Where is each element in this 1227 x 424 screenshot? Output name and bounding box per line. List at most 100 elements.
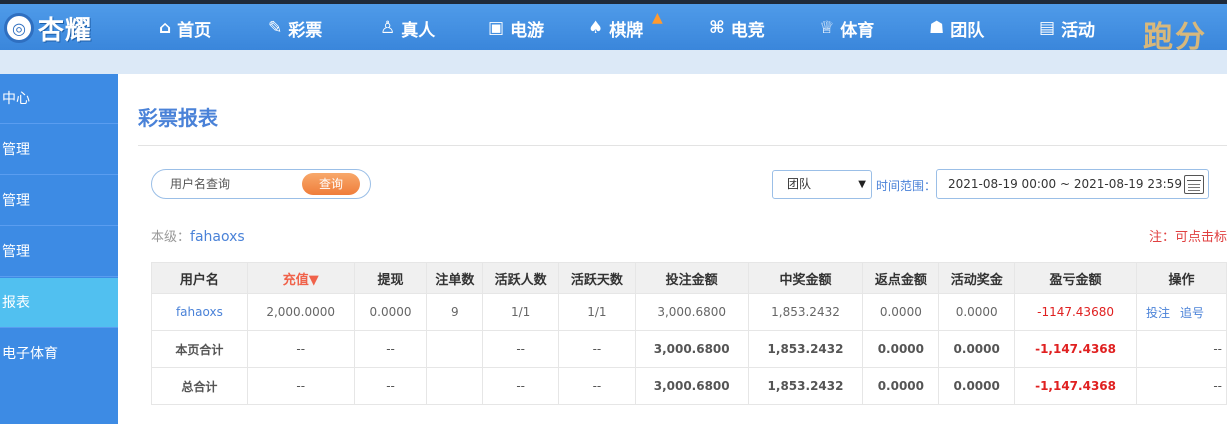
nav-label: 真人 [401,20,436,41]
cell-active-days: 1/1 [558,293,636,331]
column-header: 活跃天数 [558,262,636,294]
cell-recharge: -- [246,367,355,405]
sidebar-item-active[interactable]: 报表 [0,278,118,328]
cell-rebate: 0.0000 [862,330,940,368]
cell-username-link[interactable]: fahaoxs [151,293,248,331]
nav-label: 棋牌 [609,20,644,41]
query-button[interactable]: 查询 [302,173,360,195]
column-header: 提现 [353,262,428,294]
team-icon: ☗ [929,18,945,38]
time-range-label: 时间范围： [876,179,937,193]
nav-esports[interactable]: ⌘ 电竞 [709,14,765,42]
sidebar-item[interactable]: 管理 [0,176,118,226]
cell-bet-amount: 3,000.6800 [634,330,749,368]
nav-live[interactable]: ♙ 真人 [380,14,435,42]
username-search-input[interactable] [170,175,300,193]
cell-win-amount: 1,853.2432 [747,367,864,405]
brand-logo[interactable]: ◎ 杏耀 [4,12,93,46]
cell-profit: -1,147.4368 [1014,367,1137,405]
cell-active-users: 1/1 [482,293,560,331]
bet-link[interactable]: 投注 [1146,306,1170,320]
page-total-row: 本页合计 -- -- -- -- 3,000.6800 1,853.2432 0… [151,330,1227,368]
cell-bet-amount: 3,000.6800 [634,367,749,405]
cell-withdraw: -- [353,367,428,405]
level-label: 本级： [151,230,191,245]
home-icon: ⌂ [159,18,172,38]
cell-recharge: 2,000.0000 [246,293,355,331]
sidebar: 中心 管理 管理 管理 报表 电子体育 [0,74,118,424]
chevron-down-icon: ▼ [858,179,866,190]
sidebar-item[interactable]: 电子体育 [0,329,118,379]
nav-sports[interactable]: ♕ 体育 [819,14,874,42]
cell-operations: -- [1135,330,1227,368]
column-header: 活动奖金 [938,262,1016,294]
sidebar-item[interactable]: 管理 [0,125,118,175]
current-level: 本级：fahaoxs [151,226,245,245]
cell-operations: -- [1135,367,1227,405]
top-nav-bar: ◎ 杏耀 ⌂ 首页 ✎ 彩票 ♙ 真人 ▣ 电游 ♠ 棋牌 ▲ ⌘ 电竞 ♕ 体… [0,4,1227,55]
scope-select[interactable]: 团队 ▼ [772,170,872,199]
cell-rebate: 0.0000 [862,293,940,331]
card-game-icon: ♠ [588,18,604,38]
search-box: 查询 [151,169,371,199]
level-user-link[interactable]: fahaoxs [190,229,245,245]
date-range-input[interactable]: 2021-08-19 00:00 ~ 2021-08-19 23:59 [936,169,1209,199]
nav-team[interactable]: ☗ 团队 [929,14,984,42]
cell-bonus: 0.0000 [938,293,1016,331]
table-header-row: 用户名 充值▼ 提现 注单数 活跃人数 活跃天数 投注金额 中奖金额 返点金额 … [151,262,1227,294]
nav-slots[interactable]: ▣ 电游 [488,14,544,42]
column-header: 盈亏金额 [1014,262,1137,294]
chase-link[interactable]: 追号 [1180,306,1204,320]
column-header: 投注金额 [634,262,749,294]
sidebar-item[interactable]: 中心 [0,74,118,124]
slot-machine-icon: ▣ [488,18,505,38]
cell-bonus: 0.0000 [938,330,1016,368]
divider [138,145,1227,146]
cell-active-days: -- [558,330,636,368]
cell-active-users: -- [482,367,560,405]
cell-profit: -1,147.4368 [1014,330,1137,368]
calendar-icon[interactable] [1184,175,1204,194]
nav-card-games[interactable]: ♠ 棋牌 [588,14,643,42]
cell-bet-amount: 3,000.6800 [634,293,749,331]
nav-label: 体育 [840,20,875,41]
nav-label: 团队 [950,20,985,41]
column-header: 注单数 [426,262,484,294]
column-header: 活跃人数 [482,262,560,294]
cell-win-amount: 1,853.2432 [747,293,864,331]
cell-operations: 投注 追号 [1135,293,1227,331]
cell-orders [426,367,484,405]
scope-select-value: 团队 [787,177,812,191]
nav-lottery[interactable]: ✎ 彩票 [268,14,322,42]
date-range-value: 2021-08-19 00:00 ~ 2021-08-19 23:59 [948,177,1182,191]
gift-icon: ▤ [1039,18,1056,38]
cell-profit: -1147.43680 [1014,293,1137,331]
table-row: fahaoxs 2,000.0000 0.0000 9 1/1 1/1 3,00… [151,293,1227,331]
column-header: 中奖金额 [747,262,864,294]
cell-orders [426,330,484,368]
cell-active-days: -- [558,367,636,405]
cell-bonus: 0.0000 [938,367,1016,405]
column-header: 操作 [1135,262,1227,294]
cell-withdraw: 0.0000 [353,293,428,331]
report-table: 用户名 充值▼ 提现 注单数 活跃人数 活跃天数 投注金额 中奖金额 返点金额 … [151,262,1227,405]
nav-label: 活动 [1061,20,1096,41]
sidebar-item[interactable]: 管理 [0,227,118,277]
cell-orders: 9 [426,293,484,331]
page-title: 彩票报表 [138,106,218,130]
gamepad-icon: ⌘ [709,18,725,38]
trophy-icon: ♕ [819,18,835,38]
brand-name: 杏耀 [38,15,93,46]
nav-label: 彩票 [288,20,323,41]
grand-total-row: 总合计 -- -- -- -- 3,000.6800 1,853.2432 0.… [151,367,1227,405]
cell-withdraw: -- [353,330,428,368]
column-header-sortable[interactable]: 充值▼ [246,262,355,294]
cell-win-amount: 1,853.2432 [747,330,864,368]
column-header: 返点金额 [862,262,940,294]
nav-activities[interactable]: ▤ 活动 [1039,14,1095,42]
cell-rebate: 0.0000 [862,367,940,405]
nav-label: 首页 [177,20,212,41]
nav-home[interactable]: ⌂ 首页 [159,14,211,42]
logo-emblem-icon: ◎ [4,13,34,43]
cell-label: 本页合计 [151,330,248,368]
